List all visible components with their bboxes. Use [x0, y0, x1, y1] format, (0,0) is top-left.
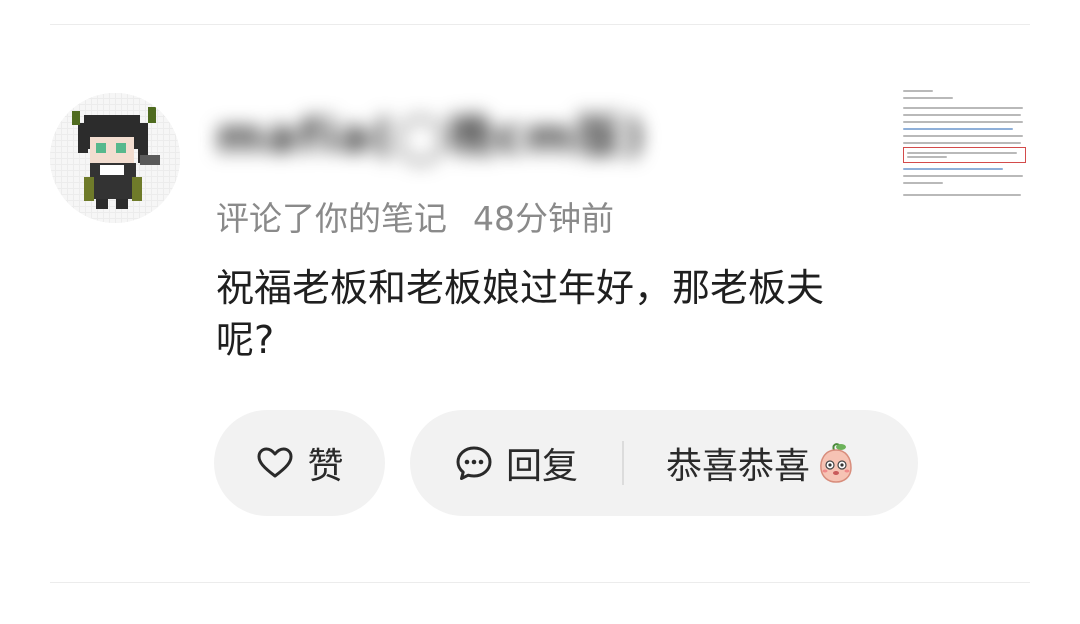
reply-button[interactable]: 回复 — [410, 410, 578, 516]
comment-text: 祝福老板和老板娘过年好，那老板夫呢? — [216, 266, 825, 362]
like-button[interactable]: 赞 — [214, 410, 385, 516]
bottom-divider — [50, 582, 1030, 583]
quick-reply-label: 恭喜恭喜 — [666, 446, 811, 487]
chat-bubble-icon — [454, 443, 494, 483]
pixel-character-avatar-icon — [50, 93, 180, 223]
peach-emoji-icon — [816, 441, 856, 485]
username[interactable]: mafia(◯晚cm版) — [216, 100, 647, 166]
action-text: 评论了你的笔记 — [216, 199, 447, 238]
reply-bar: 回复 恭喜恭喜 — [410, 410, 918, 516]
notification-meta: 评论了你的笔记 48分钟前 — [216, 192, 614, 240]
reply-label: 回复 — [506, 446, 579, 487]
heart-outline-icon — [255, 443, 295, 483]
note-thumbnail[interactable] — [897, 86, 1032, 221]
avatar[interactable] — [50, 93, 180, 223]
timestamp: 48分钟前 — [473, 199, 614, 238]
like-label: 赞 — [307, 446, 344, 487]
top-divider — [50, 24, 1030, 25]
quick-reply-button[interactable]: 恭喜恭喜 — [624, 410, 856, 516]
